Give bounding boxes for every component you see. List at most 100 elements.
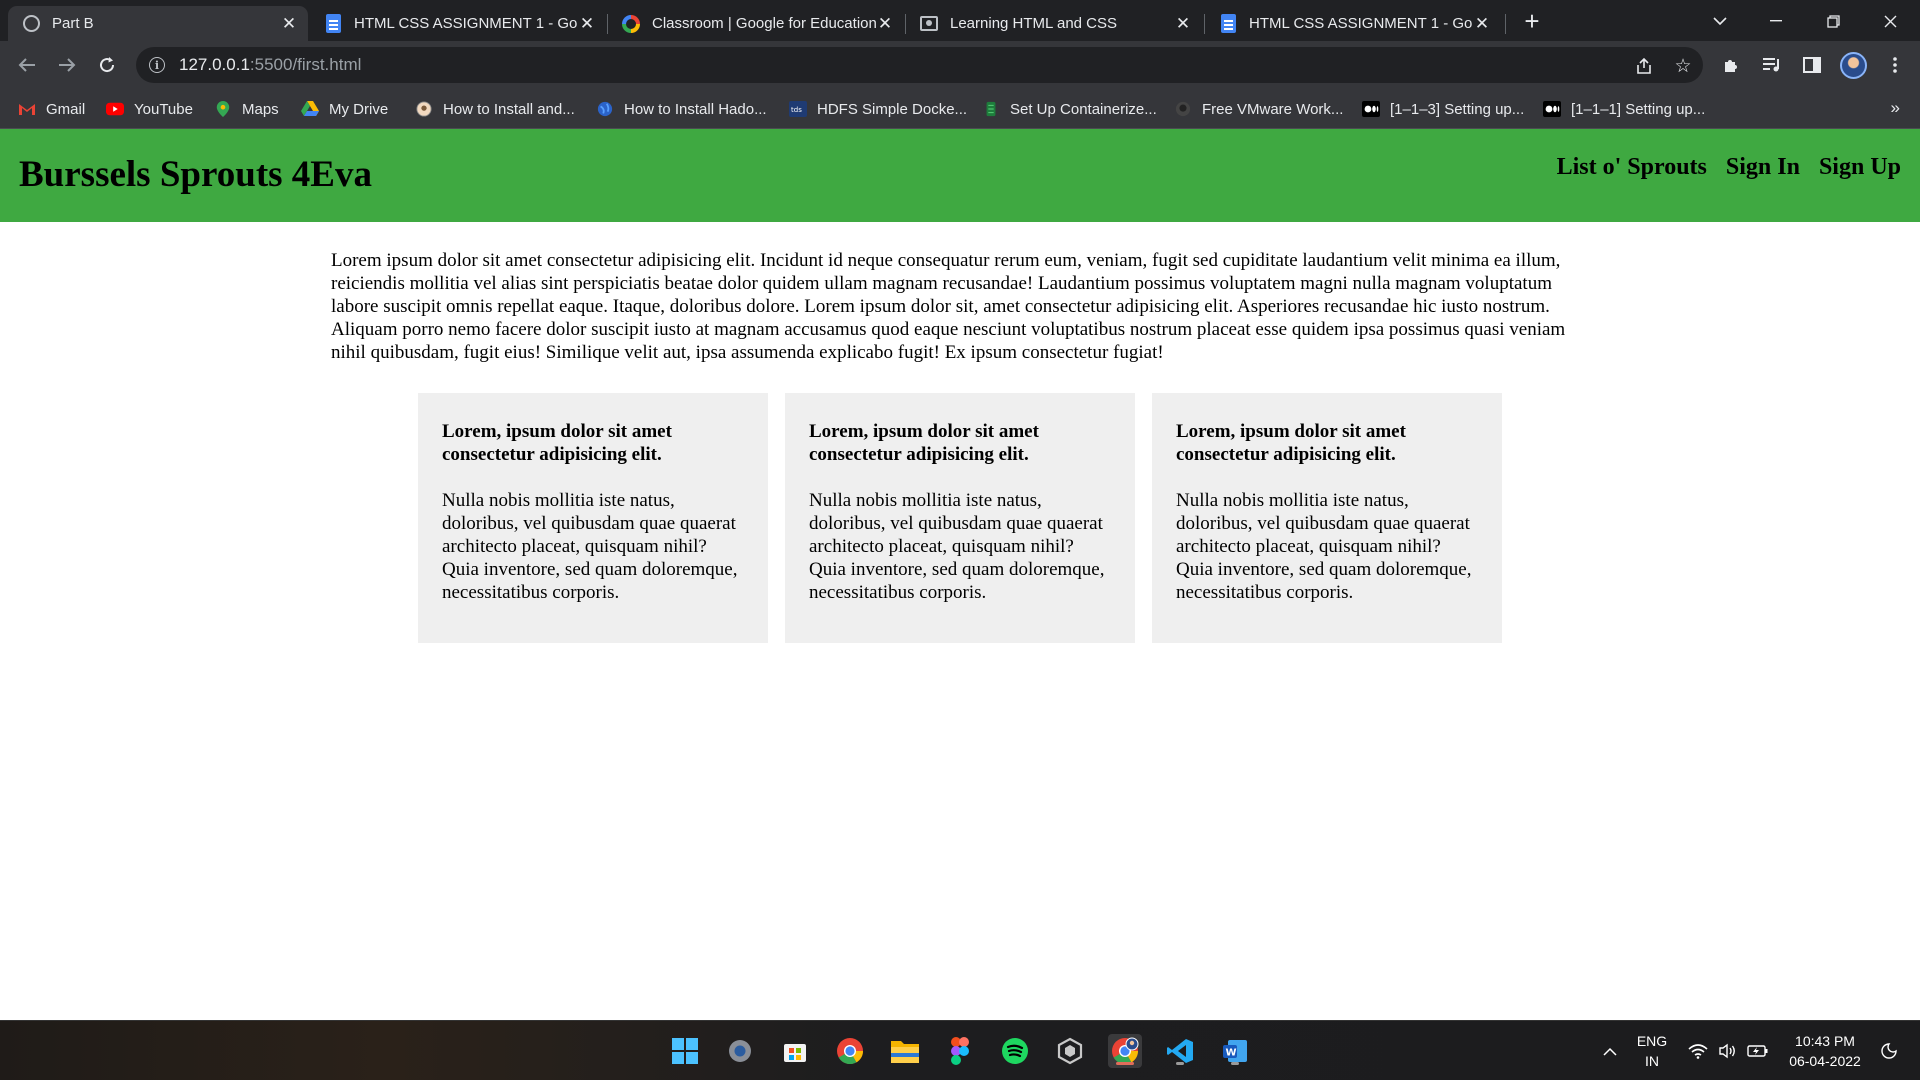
github-icon	[1175, 101, 1191, 117]
card: Lorem, ipsum dolor sit amet consectetur …	[418, 393, 768, 643]
file-explorer-icon[interactable]	[888, 1034, 922, 1068]
site-info-icon[interactable]: i	[149, 57, 165, 73]
bookmark-free-vmware[interactable]: Free VMware Work...	[1174, 98, 1343, 120]
bookmark-label: HDFS Simple Docke...	[817, 100, 968, 118]
bookmark-label: How to Install Hado...	[624, 100, 767, 118]
close-icon[interactable]: ✕	[1473, 14, 1491, 33]
bookmark-label: Gmail	[46, 100, 86, 118]
clock[interactable]: 10:43 PM 06-04-2022	[1780, 1021, 1870, 1080]
card-heading: Lorem, ipsum dolor sit amet consectetur …	[809, 421, 1039, 465]
figma-icon[interactable]	[943, 1034, 977, 1068]
site-icon	[416, 101, 432, 117]
site-title: Burssels Sprouts 4Eva	[19, 154, 372, 195]
new-tab-button[interactable]: +	[1520, 8, 1544, 34]
site-header: Burssels Sprouts 4Eva List o' Sprouts Si…	[0, 129, 1920, 222]
battery-icon[interactable]	[1746, 1021, 1770, 1080]
card: Lorem, ipsum dolor sit amet consectetur …	[785, 393, 1135, 643]
reload-icon[interactable]	[92, 50, 122, 80]
running-app-indicator	[1231, 1062, 1239, 1065]
extensions-icon[interactable]	[1716, 50, 1746, 80]
notifications-icon[interactable]	[1874, 1021, 1904, 1080]
card-body: Nulla nobis mollitia iste natus, dolorib…	[442, 490, 738, 603]
spotify-icon[interactable]	[998, 1034, 1032, 1068]
google-icon	[622, 14, 640, 33]
bookmarks-bar: Gmail YouTube Maps My Drive How to Insta…	[0, 89, 1920, 129]
close-window-icon[interactable]	[1870, 6, 1910, 36]
maps-icon	[216, 101, 230, 117]
store-icon[interactable]	[778, 1034, 812, 1068]
tab-html-css-assignment-2[interactable]: HTML CSS ASSIGNMENT 1 - Goo ✕	[1205, 6, 1501, 41]
nav-sign-up[interactable]: Sign Up	[1819, 154, 1901, 181]
windows-taskbar: W ENG IN 10:43 PM 06-04-2022	[0, 1020, 1920, 1080]
bookmark-label: Maps	[242, 100, 279, 118]
volume-icon[interactable]	[1716, 1021, 1740, 1080]
active-app-indicator	[1116, 1062, 1134, 1065]
back-icon[interactable]	[12, 50, 42, 80]
address-bar[interactable]: i 127.0.0.1:5500/first.html ☆	[136, 47, 1703, 83]
bookmark-my-drive[interactable]: My Drive	[301, 98, 388, 120]
bookmark-youtube[interactable]: YouTube	[106, 98, 193, 120]
bookmark-label: How to Install and...	[443, 100, 575, 118]
bookmark-label: [1–1–3] Setting up...	[1390, 100, 1525, 118]
start-icon[interactable]	[668, 1034, 702, 1068]
card-heading: Lorem, ipsum dolor sit amet consectetur …	[442, 421, 672, 465]
wifi-icon[interactable]	[1686, 1021, 1710, 1080]
url-path: :5500/first.html	[249, 55, 362, 74]
close-icon[interactable]: ✕	[876, 14, 894, 33]
url-host: 127.0.0.1	[179, 55, 250, 74]
region-code: IN	[1645, 1053, 1659, 1069]
bookmark-label: My Drive	[329, 100, 389, 118]
bookmark-hdfs-simple-docker[interactable]: tds HDFS Simple Docke...	[789, 98, 967, 120]
docs-icon	[324, 14, 342, 33]
globe-icon	[597, 101, 613, 117]
bookmark-maps[interactable]: Maps	[214, 98, 279, 120]
tab-learning-html-css[interactable]: Learning HTML and CSS ✕	[906, 6, 1202, 41]
nav-sign-in[interactable]: Sign In	[1726, 154, 1800, 181]
minimize-icon[interactable]	[1756, 6, 1796, 36]
forward-icon[interactable]	[52, 50, 82, 80]
bookmark-star-icon[interactable]: ☆	[1672, 55, 1694, 77]
tab-search-icon[interactable]	[1700, 6, 1740, 36]
card: Lorem, ipsum dolor sit amet consectetur …	[1152, 393, 1502, 643]
bookmark-setting-up-113[interactable]: [1–1–3] Setting up...	[1362, 98, 1524, 120]
tab-html-css-assignment[interactable]: HTML CSS ASSIGNMENT 1 - Goo ✕	[310, 6, 606, 41]
chrome-profile-icon[interactable]	[1108, 1034, 1142, 1068]
word-icon[interactable]: W	[1218, 1034, 1252, 1068]
restore-icon[interactable]	[1813, 6, 1853, 36]
tab-classroom[interactable]: Classroom | Google for Education ✕	[608, 6, 904, 41]
card-heading: Lorem, ipsum dolor sit amet consectetur …	[1176, 421, 1406, 465]
tab-part-b[interactable]: Part B ✕	[8, 6, 308, 41]
share-icon[interactable]	[1633, 55, 1655, 77]
vscode-icon[interactable]	[1163, 1034, 1197, 1068]
chrome-icon[interactable]	[833, 1034, 867, 1068]
site-nav: List o' Sprouts Sign In Sign Up	[1557, 154, 1901, 181]
tab-title: HTML CSS ASSIGNMENT 1 - Goo	[1249, 15, 1473, 32]
page-viewport: Burssels Sprouts 4Eva List o' Sprouts Si…	[0, 129, 1920, 1020]
bookmark-how-to-install[interactable]: How to Install and...	[415, 98, 575, 120]
side-panel-icon[interactable]	[1797, 50, 1827, 80]
menu-kebab-icon[interactable]	[1880, 50, 1910, 80]
site-icon	[986, 101, 996, 117]
bookmark-set-up-containerize[interactable]: Set Up Containerize...	[982, 98, 1157, 120]
close-icon[interactable]: ✕	[1174, 14, 1192, 33]
more-bookmarks-button[interactable]: »	[1891, 98, 1900, 118]
medium-icon	[1362, 101, 1380, 117]
bookmark-setting-up-111[interactable]: [1–1–1] Setting up...	[1543, 98, 1705, 120]
close-icon[interactable]: ✕	[578, 14, 596, 33]
bookmark-how-to-install-hadoop[interactable]: How to Install Hado...	[596, 98, 767, 120]
media-control-icon[interactable]	[1757, 50, 1787, 80]
globe-icon	[22, 15, 40, 33]
clock-time: 10:43 PM	[1795, 1033, 1855, 1049]
language-indicator[interactable]: ENG IN	[1634, 1021, 1670, 1080]
close-icon[interactable]: ✕	[280, 14, 298, 33]
card-body: Nulla nobis mollitia iste natus, dolorib…	[809, 490, 1105, 603]
docs-icon	[1219, 14, 1237, 33]
profile-avatar[interactable]	[1840, 52, 1867, 79]
show-hidden-icons-icon[interactable]	[1598, 1021, 1622, 1080]
bookmark-label: Free VMware Work...	[1202, 100, 1344, 118]
unity-icon[interactable]	[1053, 1034, 1087, 1068]
settings-icon[interactable]	[723, 1034, 757, 1068]
card-body: Nulla nobis mollitia iste natus, dolorib…	[1176, 490, 1472, 603]
bookmark-gmail[interactable]: Gmail	[18, 98, 85, 120]
nav-list-o-sprouts[interactable]: List o' Sprouts	[1557, 154, 1707, 181]
